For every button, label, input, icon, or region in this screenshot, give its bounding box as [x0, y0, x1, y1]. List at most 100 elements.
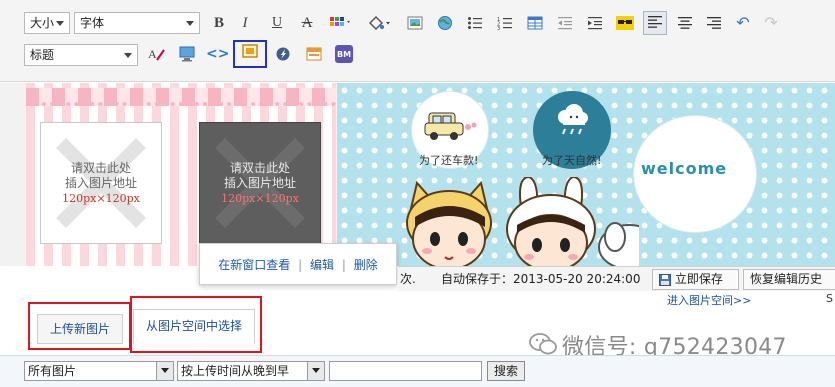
align-center-icon: [678, 17, 692, 29]
insert-image-space-button[interactable]: [233, 40, 267, 68]
font-size-label: 大小: [30, 16, 55, 30]
bm-plugin-button[interactable]: BM: [333, 43, 355, 65]
bullet-list-icon: [468, 17, 482, 29]
redo-icon[interactable]: ↷: [760, 12, 782, 34]
monitor-icon: [179, 46, 195, 62]
sunglasses-icon: [616, 16, 634, 30]
autosave-status: 自动保存于：2013-05-20 20:24:00: [441, 272, 641, 286]
cartoon-banner-image[interactable]: 为了还车款! 为了天自然! welcome: [337, 83, 835, 266]
indent-button[interactable]: [584, 12, 606, 34]
align-left-button[interactable]: [643, 11, 667, 35]
svg-text:3: 3: [497, 26, 500, 30]
flash-icon: [276, 47, 290, 61]
placeholder-line-1: 请双击此处: [70, 161, 131, 175]
chevron-down-icon: [156, 362, 173, 380]
placeholder-line-1: 请双击此处: [229, 161, 290, 175]
bullet-list-button[interactable]: [464, 12, 486, 34]
image-icon: [407, 16, 423, 30]
image-category-value: 所有图片: [28, 364, 77, 378]
align-right-icon: [707, 17, 721, 29]
edit-link[interactable]: 编辑: [310, 258, 334, 272]
chevron-down-icon: [56, 21, 64, 26]
image-context-popup: 在新窗口查看 | 编辑 | 删除: [199, 243, 397, 285]
code-brackets-icon: <>: [206, 46, 230, 62]
restore-history-label: 恢复编辑历史: [750, 272, 823, 286]
insert-media-button[interactable]: [176, 43, 198, 65]
numbered-list-button[interactable]: 123: [494, 12, 516, 34]
wechat-icon: [529, 333, 557, 355]
image-filter-bar: 所有图片 按上传时间从晚到早 搜索: [0, 355, 835, 387]
font-family-label: 字体: [80, 16, 105, 30]
bold-button[interactable]: B: [208, 12, 230, 34]
align-left-icon: [648, 16, 662, 28]
strikethrough-button[interactable]: A: [296, 12, 318, 34]
align-right-button[interactable]: [703, 12, 725, 34]
welcome-text: welcome: [641, 159, 728, 178]
placeholder-size: 120px×120px: [62, 192, 140, 205]
search-button[interactable]: 搜索: [487, 361, 525, 381]
html-source-button[interactable]: <>: [206, 43, 230, 65]
pink-awning-decoration: [26, 88, 336, 106]
insert-table-button[interactable]: [524, 12, 546, 34]
flash-button[interactable]: [272, 43, 294, 65]
image-category-select[interactable]: 所有图片: [24, 361, 174, 381]
popup-separator: |: [298, 258, 303, 272]
image-placeholder-selected[interactable]: 请双击此处 插入图片地址 120px×120px: [199, 122, 321, 244]
template-icon: [306, 47, 322, 61]
chevron-down-icon: [307, 362, 324, 380]
save-now-label: 立即保存: [674, 272, 723, 286]
image-placeholder[interactable]: 请双击此处 插入图片地址 120px×120px: [40, 122, 162, 244]
restore-history-button[interactable]: 恢复编辑历史: [743, 269, 835, 290]
text-color-button[interactable]: [328, 12, 354, 34]
globe-icon: [438, 16, 452, 30]
rain-caption: 为了天自然!: [542, 154, 602, 167]
floppy-disk-icon: [659, 273, 671, 286]
enter-image-space-link[interactable]: 进入图片空间>>: [667, 292, 751, 308]
editor-canvas[interactable]: 请双击此处 插入图片地址 120px×120px 请双击此处 插入图片地址 12…: [0, 83, 835, 266]
car-icon: [424, 112, 477, 140]
undo-icon[interactable]: ↶: [732, 12, 754, 34]
annotation-box-choose: [130, 296, 262, 353]
svg-text:A: A: [148, 47, 157, 61]
editor-statusbar: 次. 自动保存于：2013-05-20 20:24:00 立即保存 恢复编辑历史: [398, 266, 835, 291]
color-grid-icon: [330, 17, 350, 26]
indent-icon: [588, 17, 602, 30]
bm-badge-icon: BM: [335, 45, 353, 63]
format-brush-icon: A: [148, 47, 165, 61]
delete-link[interactable]: 删除: [354, 258, 378, 272]
corner-letter: S: [826, 292, 833, 305]
chevron-down-icon: [124, 53, 132, 58]
italic-button[interactable]: I: [234, 12, 256, 34]
car-caption: 为了还车款!: [419, 154, 479, 167]
sort-order-value: 按上传时间从晚到早: [181, 364, 290, 378]
font-family-select[interactable]: 字体: [74, 12, 200, 34]
heading-label: 标题: [30, 48, 55, 62]
insert-image-button[interactable]: [404, 12, 426, 34]
status-partial-text: 次.: [400, 272, 416, 286]
numbered-list-icon: 123: [497, 17, 512, 30]
editor-toolbar: 大小 字体 B I U A 1 2 3 ↶ ↷ 标题 A <> BM: [0, 0, 835, 82]
background-color-button[interactable]: [366, 12, 392, 34]
heading-select[interactable]: 标题: [24, 44, 138, 66]
placeholder-size: 120px×120px: [221, 192, 299, 205]
font-size-select[interactable]: 大小: [24, 12, 70, 34]
paint-bucket-icon: [368, 15, 390, 31]
placeholder-line-2: 插入图片地址: [64, 176, 137, 190]
clear-format-button[interactable]: A: [146, 43, 168, 65]
template-button[interactable]: [303, 43, 325, 65]
image-frame-icon: [242, 44, 258, 58]
sort-order-select[interactable]: 按上传时间从晚到早: [177, 361, 325, 381]
underline-button[interactable]: U: [266, 12, 288, 34]
rain-cloud-icon: [558, 104, 588, 135]
annotation-box-upload: [28, 302, 131, 350]
popup-separator: |: [341, 258, 346, 272]
insert-link-button[interactable]: [434, 12, 456, 34]
align-center-button[interactable]: [674, 12, 696, 34]
chevron-down-icon: [186, 21, 194, 26]
outdent-button[interactable]: [554, 12, 576, 34]
placeholder-line-2: 插入图片地址: [223, 176, 296, 190]
save-now-button[interactable]: 立即保存: [652, 269, 739, 290]
image-search-input[interactable]: [329, 361, 482, 381]
emoticon-button[interactable]: [614, 12, 636, 34]
view-new-window-link[interactable]: 在新窗口查看: [218, 258, 290, 272]
